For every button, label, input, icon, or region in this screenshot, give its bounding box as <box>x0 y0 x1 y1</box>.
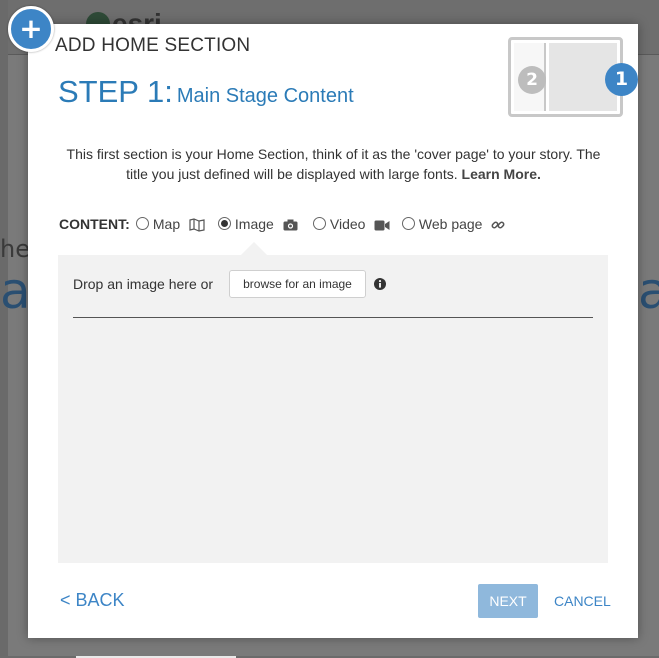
web-page-radio[interactable] <box>402 217 415 230</box>
content-option-video[interactable]: Video <box>313 216 390 232</box>
content-option-label: Video <box>329 216 366 232</box>
content-type-selector: CONTENT: Map Image Video Web page <box>59 216 619 236</box>
image-drop-panel[interactable]: Drop an image here or browse for an imag… <box>58 242 608 563</box>
map-radio[interactable] <box>136 217 149 230</box>
background-text-fragment: he <box>0 235 30 263</box>
step-heading: STEP 1: Main Stage Content <box>58 74 354 110</box>
content-option-label: Web page <box>418 216 483 232</box>
background-title-fragment-left: a <box>0 262 31 320</box>
cancel-button[interactable]: CANCEL <box>554 593 611 609</box>
content-label: CONTENT: <box>59 216 130 232</box>
info-icon[interactable] <box>374 278 386 290</box>
step-subtitle: Main Stage Content <box>176 85 354 107</box>
layout-preview-badge-2: 2 <box>518 66 546 94</box>
step-label: STEP 1: <box>58 74 173 109</box>
panel-divider <box>73 317 593 318</box>
layout-preview-main-stage: 1 <box>549 43 638 111</box>
dialog-title: ADD HOME SECTION <box>55 35 251 56</box>
panel-pointer <box>241 242 267 255</box>
background-left-strip <box>0 0 8 656</box>
add-home-section-dialog: ADD HOME SECTION STEP 1: Main Stage Conte… <box>28 24 638 658</box>
content-option-label: Map <box>152 216 181 232</box>
layout-preview: 2 1 <box>508 37 638 117</box>
add-section-badge: + <box>8 6 54 52</box>
content-option-web-page[interactable]: Web page <box>402 216 505 232</box>
next-button[interactable]: NEXT <box>478 584 538 618</box>
video-camera-icon <box>374 220 390 231</box>
image-radio[interactable] <box>218 217 231 230</box>
plus-icon: + <box>19 12 43 45</box>
map-icon <box>189 218 205 232</box>
back-button[interactable]: < BACK <box>60 590 125 611</box>
layout-preview-badge-1: 1 <box>605 63 638 96</box>
video-radio[interactable] <box>313 217 326 230</box>
layout-preview-side-panel: 2 <box>514 43 546 111</box>
link-icon <box>491 221 505 229</box>
intro-paragraph: This first section is your Home Section,… <box>58 144 609 184</box>
browse-image-button[interactable]: browse for an image <box>229 270 366 298</box>
learn-more-link[interactable]: Learn More. <box>462 166 541 182</box>
background-title-fragment-right: a <box>638 262 659 320</box>
camera-icon <box>283 219 298 231</box>
content-option-image[interactable]: Image <box>218 216 298 232</box>
content-option-map[interactable]: Map <box>136 216 205 232</box>
content-option-label: Image <box>234 216 274 232</box>
drop-image-text: Drop an image here or <box>73 276 214 292</box>
